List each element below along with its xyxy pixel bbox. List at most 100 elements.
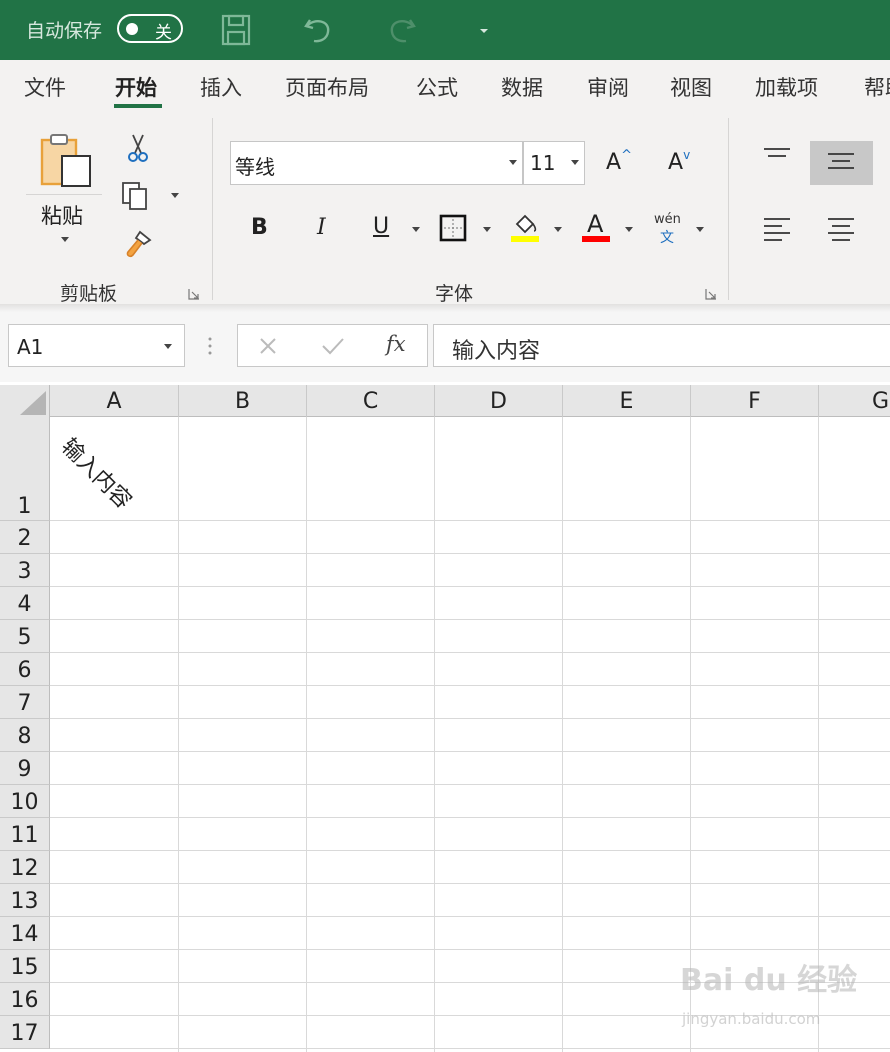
row-header-6[interactable]: 6 xyxy=(0,653,50,686)
grow-font-button[interactable]: A^ xyxy=(606,148,632,175)
row-header-8[interactable]: 8 xyxy=(0,719,50,752)
autosave-label: 自动保存 xyxy=(26,20,103,42)
gridline xyxy=(50,817,890,818)
column-header-e[interactable]: E xyxy=(563,385,691,417)
gridline xyxy=(50,751,890,752)
font-size-value: 11 xyxy=(530,151,556,175)
italic-button[interactable]: I xyxy=(317,215,326,240)
font-size-dropdown-icon[interactable] xyxy=(571,160,579,165)
formula-bar-grip-icon[interactable] xyxy=(205,334,215,358)
customize-toolbar-icon[interactable] xyxy=(470,12,506,48)
align-top-icon[interactable] xyxy=(762,146,792,168)
paste-divider xyxy=(26,194,102,195)
redo-icon[interactable] xyxy=(384,12,420,48)
phonetic-top[interactable]: wén xyxy=(654,212,681,227)
column-header-g[interactable]: G xyxy=(819,385,890,417)
font-name-box[interactable]: 等线 xyxy=(230,141,523,185)
shrink-font-label: A xyxy=(668,150,684,175)
row-header-12[interactable]: 12 xyxy=(0,851,50,884)
cut-icon[interactable] xyxy=(124,133,152,163)
row-header-7[interactable]: 7 xyxy=(0,686,50,719)
tab-data[interactable]: 数据 xyxy=(501,72,543,102)
font-launcher-icon[interactable] xyxy=(705,288,717,300)
save-icon[interactable] xyxy=(218,12,254,48)
column-header-f[interactable]: F xyxy=(691,385,819,417)
cancel-icon[interactable] xyxy=(258,336,278,356)
bold-button[interactable]: B xyxy=(251,215,268,240)
tab-home[interactable]: 开始 xyxy=(115,72,157,102)
row-header-13[interactable]: 13 xyxy=(0,884,50,917)
row-header-11[interactable]: 11 xyxy=(0,818,50,851)
paste-label[interactable]: 粘贴 xyxy=(41,200,83,230)
tab-file[interactable]: 文件 xyxy=(24,72,66,102)
grow-caret-icon: ^ xyxy=(621,148,632,163)
format-painter-icon[interactable] xyxy=(122,228,154,260)
column-header-b[interactable]: B xyxy=(179,385,307,417)
borders-icon[interactable] xyxy=(438,213,468,243)
column-header-d[interactable]: D xyxy=(435,385,563,417)
phonetic-bottom: 文 xyxy=(660,230,674,246)
enter-icon[interactable] xyxy=(321,336,345,356)
row-header-10[interactable]: 10 xyxy=(0,785,50,818)
tab-page-layout[interactable]: 页面布局 xyxy=(285,72,369,102)
copy-icon[interactable] xyxy=(120,180,152,212)
align-center-icon[interactable] xyxy=(826,216,856,242)
gridline xyxy=(50,553,890,554)
autosave-toggle[interactable]: 关 xyxy=(117,14,183,43)
copy-dropdown-icon[interactable] xyxy=(171,193,179,198)
align-left-icon[interactable] xyxy=(762,216,792,242)
clipboard-launcher-icon[interactable] xyxy=(188,288,200,300)
formula-input[interactable]: 输入内容 xyxy=(433,324,890,367)
name-box[interactable]: A1 xyxy=(8,324,185,367)
insert-function-button[interactable]: fx xyxy=(386,332,406,356)
shrink-caret-icon: v xyxy=(683,148,691,162)
row-header-5[interactable]: 5 xyxy=(0,620,50,653)
gridline xyxy=(562,417,563,1052)
font-color-dropdown-icon[interactable] xyxy=(625,227,633,232)
font-color-button[interactable]: A xyxy=(587,210,603,238)
fill-color-icon[interactable] xyxy=(509,210,541,244)
formula-content: 输入内容 xyxy=(452,339,541,364)
undo-icon[interactable] xyxy=(300,12,336,48)
toggle-knob xyxy=(126,23,138,35)
column-header-a[interactable]: A xyxy=(50,385,179,417)
tab-view[interactable]: 视图 xyxy=(670,72,712,102)
fill-color-dropdown-icon[interactable] xyxy=(554,227,562,232)
gridline xyxy=(178,417,179,1052)
row-header-3[interactable]: 3 xyxy=(0,554,50,587)
shrink-font-button[interactable]: Av xyxy=(668,148,691,175)
active-tab-indicator xyxy=(114,104,162,108)
align-middle-icon xyxy=(828,153,854,169)
tab-review[interactable]: 审阅 xyxy=(587,72,629,102)
font-name-value: 等线 xyxy=(235,155,275,179)
underline-dropdown-icon[interactable] xyxy=(412,227,420,232)
row-header-17[interactable]: 17 xyxy=(0,1016,50,1049)
column-header-c[interactable]: C xyxy=(307,385,435,417)
paste-icon[interactable] xyxy=(36,132,96,192)
gridline xyxy=(50,949,890,950)
row-header-1[interactable]: 1 xyxy=(0,417,50,521)
row-header-9[interactable]: 9 xyxy=(0,752,50,785)
gridline xyxy=(306,417,307,1052)
gridline xyxy=(50,586,890,587)
phonetic-dropdown-icon[interactable] xyxy=(696,227,704,232)
name-box-dropdown-icon[interactable] xyxy=(164,344,172,349)
row-header-14[interactable]: 14 xyxy=(0,917,50,950)
gridline xyxy=(50,850,890,851)
font-color-swatch xyxy=(582,236,610,242)
tab-insert[interactable]: 插入 xyxy=(200,72,242,102)
gridline xyxy=(50,520,890,521)
row-header-16[interactable]: 16 xyxy=(0,983,50,1016)
underline-button[interactable]: U xyxy=(373,214,389,239)
row-header-4[interactable]: 4 xyxy=(0,587,50,620)
row-header-2[interactable]: 2 xyxy=(0,521,50,554)
borders-dropdown-icon[interactable] xyxy=(483,227,491,232)
row-header-15[interactable]: 15 xyxy=(0,950,50,983)
font-name-dropdown-icon[interactable] xyxy=(509,160,517,165)
tab-help[interactable]: 帮助 xyxy=(864,72,890,102)
tab-addins[interactable]: 加载项 xyxy=(755,72,818,102)
select-all-corner[interactable] xyxy=(0,385,50,417)
tab-formulas[interactable]: 公式 xyxy=(416,72,458,102)
column-header-g-label: G xyxy=(871,389,889,414)
paste-dropdown-icon[interactable] xyxy=(61,237,69,242)
